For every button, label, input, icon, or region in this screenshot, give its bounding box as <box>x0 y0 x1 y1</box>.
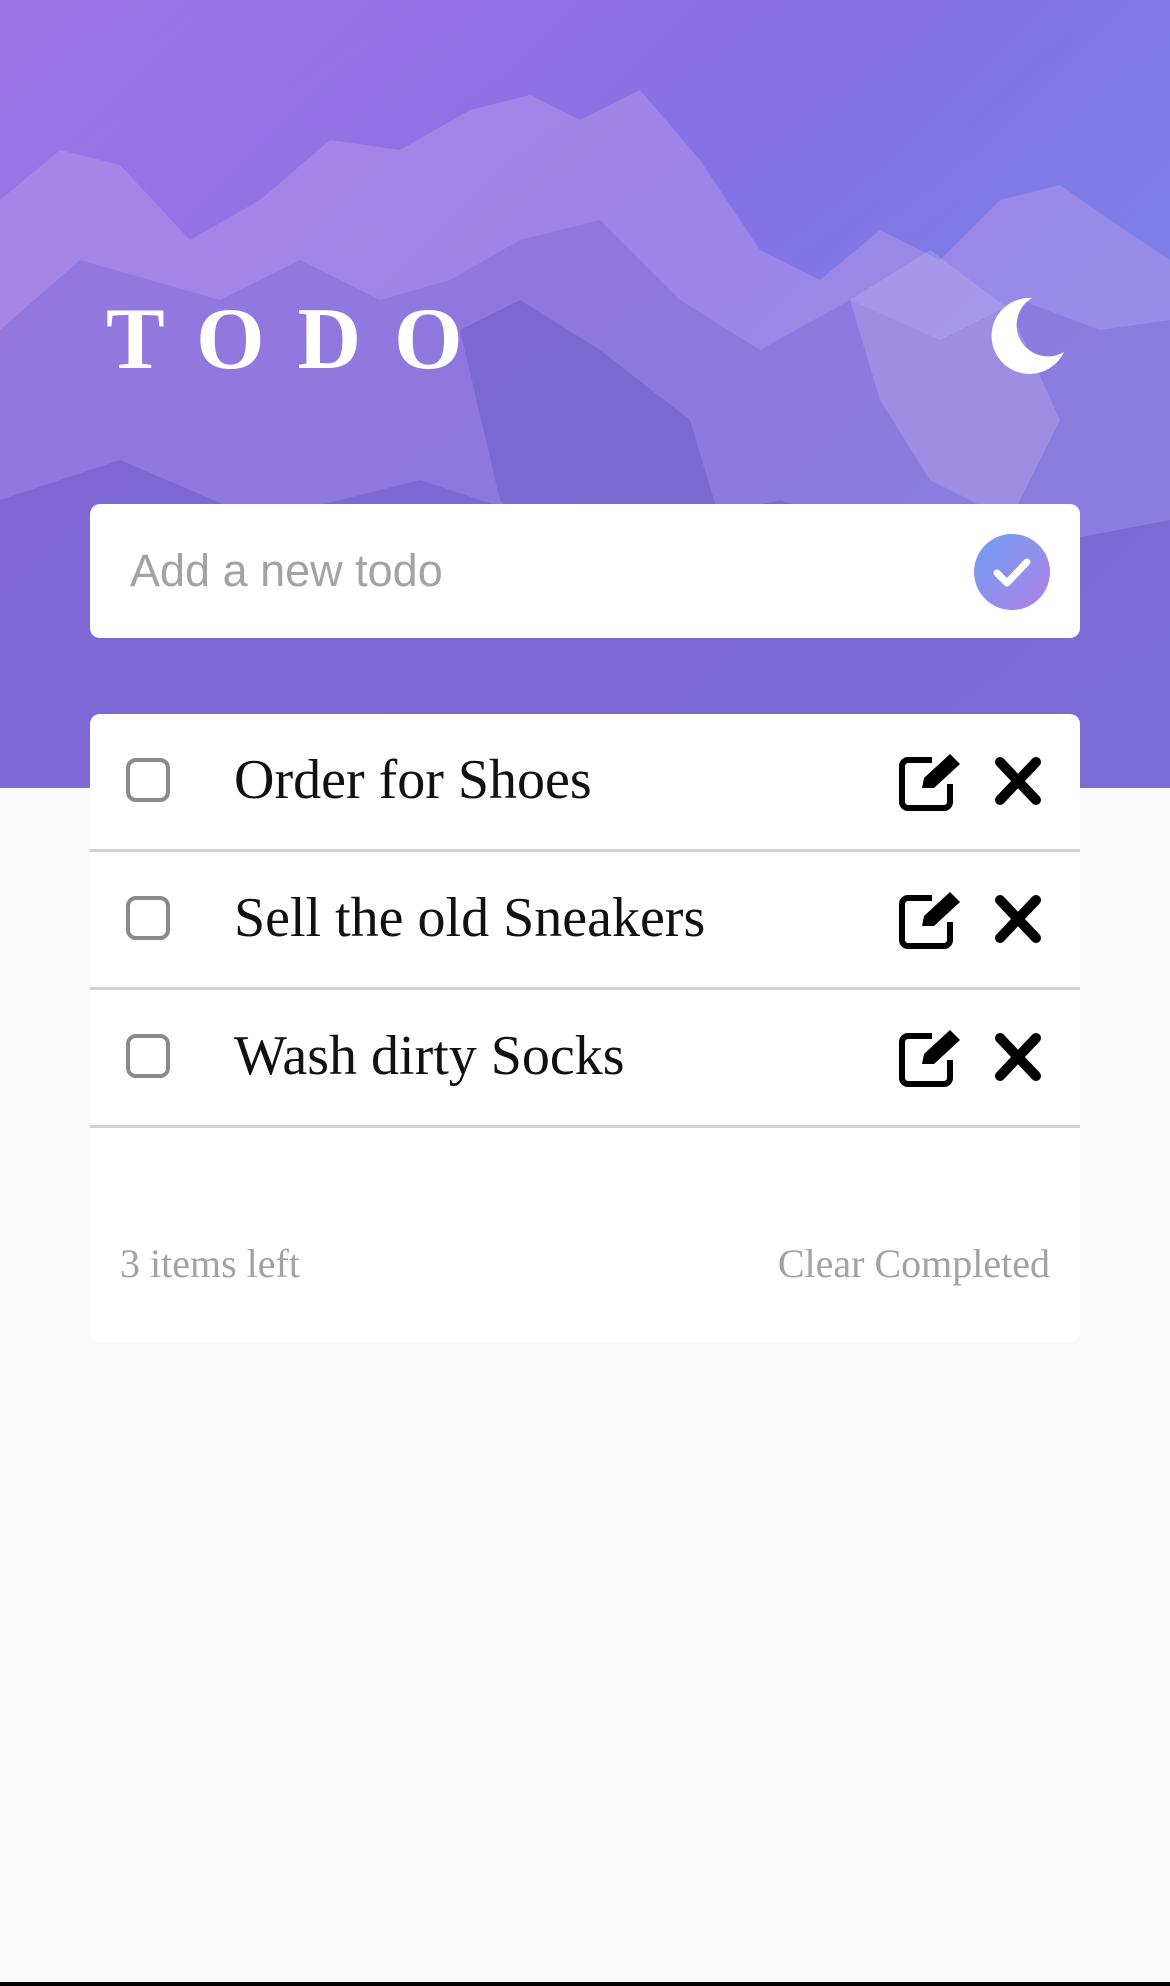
todo-checkbox[interactable] <box>126 758 170 802</box>
todo-text: Wash dirty Socks <box>234 1025 625 1087</box>
todo-checkbox[interactable] <box>126 896 170 940</box>
add-todo-button[interactable] <box>974 534 1050 610</box>
todo-item: Wash dirty Socks <box>90 990 1080 1128</box>
moon-icon <box>991 297 1064 374</box>
edit-icon <box>899 892 960 949</box>
new-todo-form <box>90 504 1080 638</box>
todo-footer: 3 items left Clear Completed <box>90 1234 1080 1294</box>
todo-item: Sell the old Sneakers <box>90 852 1080 990</box>
close-icon <box>995 757 1041 805</box>
todo-text: Order for Shoes <box>234 749 592 811</box>
close-icon <box>995 1033 1041 1081</box>
edit-icon <box>899 1030 960 1087</box>
bottom-divider <box>0 1982 1170 1986</box>
header-background <box>0 0 1170 788</box>
edit-button[interactable] <box>898 1028 964 1088</box>
delete-button[interactable] <box>992 754 1044 808</box>
todo-checkbox[interactable] <box>126 1034 170 1078</box>
items-left-count: 3 items left <box>120 1241 300 1286</box>
clear-completed-button[interactable]: Clear Completed <box>778 1234 1050 1294</box>
close-icon <box>995 895 1041 943</box>
theme-toggle-button[interactable] <box>980 290 1070 380</box>
page-title: TODO <box>106 291 496 388</box>
todo-item: Order for Shoes <box>90 714 1080 852</box>
delete-button[interactable] <box>992 1030 1044 1084</box>
todo-text: Sell the old Sneakers <box>234 887 706 949</box>
edit-button[interactable] <box>898 890 964 950</box>
edit-icon <box>899 754 960 811</box>
check-icon <box>993 558 1031 587</box>
todo-list: Order for Shoes Sell the old Sneakers Wa… <box>90 714 1080 1342</box>
delete-button[interactable] <box>992 892 1044 946</box>
mountain-background-image <box>0 0 1170 788</box>
new-todo-input[interactable] <box>130 534 950 608</box>
edit-button[interactable] <box>898 752 964 812</box>
